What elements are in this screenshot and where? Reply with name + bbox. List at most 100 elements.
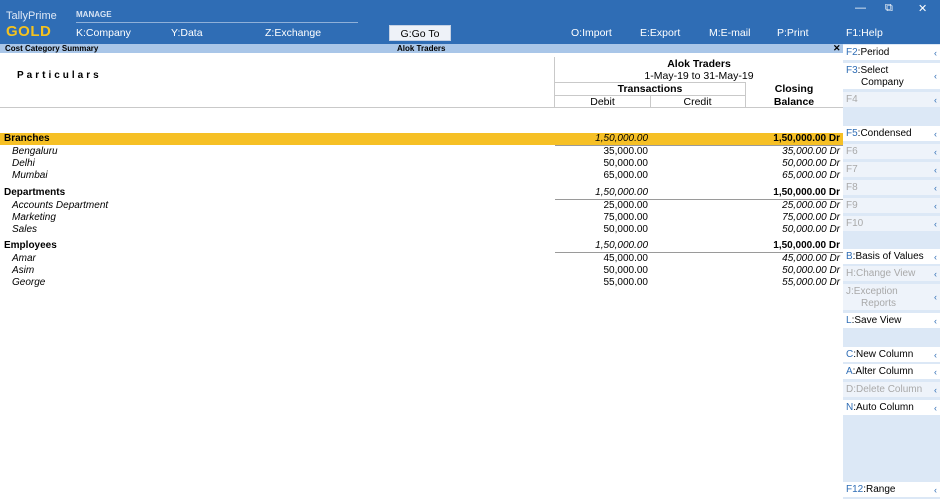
menu-help[interactable]: F1:Help: [846, 27, 883, 39]
tally-window: TallyPrime GOLD MANAGE K:Company Y:Data …: [0, 0, 940, 499]
f10-key: F10: [846, 218, 864, 229]
delete-column-label: :Delete Column: [853, 384, 923, 395]
f9-button: F9 ‹: [843, 198, 940, 214]
chevron-left-icon: ‹: [934, 182, 937, 193]
table-row[interactable]: Asim 50,000.00 50,000.00 Dr: [0, 265, 843, 277]
table-row[interactable]: Delhi 50,000.00 50,000.00 Dr: [0, 158, 843, 170]
table-row[interactable]: Sales 50,000.00 50,000.00 Dr: [0, 224, 843, 236]
alter-column-button[interactable]: A:Alter Column ‹: [843, 364, 940, 380]
new-column-button[interactable]: C:New Column ‹: [843, 347, 940, 363]
range-button[interactable]: F12:Range ‹: [843, 482, 940, 498]
period-key: F2: [846, 47, 858, 58]
row-debit: 50,000.00: [603, 224, 649, 235]
row-debit: 65,000.00: [603, 170, 649, 181]
condensed-button[interactable]: F5:Condensed ‹: [843, 126, 940, 142]
row-closing: 45,000.00 Dr: [782, 253, 840, 264]
company-header: Alok Traders: [667, 58, 731, 70]
table-row[interactable]: Employees 1,50,000.00 1,50,000.00 Dr: [0, 240, 843, 252]
new-column-label: :New Column: [853, 349, 914, 360]
menu-help-label: :Help: [858, 27, 883, 39]
period-button[interactable]: F2:Period ‹: [843, 45, 940, 61]
period-header: 1-May-19 to 31-May-19: [644, 70, 754, 82]
table-row[interactable]: Mumbai 65,000.00 65,000.00 Dr: [0, 170, 843, 182]
row-closing: 65,000.00 Dr: [782, 170, 840, 181]
restore-icon[interactable]: ⧉: [885, 2, 893, 15]
row-name: Employees: [4, 240, 57, 251]
menu-goto-button[interactable]: G:Go To: [389, 25, 451, 41]
row-name: George: [12, 277, 46, 288]
change-view-button: H:Change View ‹: [843, 266, 940, 282]
close-report-icon[interactable]: ✕: [833, 44, 841, 53]
menu-export[interactable]: E:Export: [640, 27, 680, 39]
menu-print[interactable]: P:Print: [777, 27, 809, 39]
brand-name: TallyPrime: [6, 10, 57, 22]
auto-column-button[interactable]: N:Auto Column ‹: [843, 400, 940, 416]
report-name: Cost Category Summary: [5, 44, 99, 53]
menu-company[interactable]: K:Company: [76, 27, 131, 39]
manage-divider: [76, 22, 358, 23]
range-label: :Range: [863, 484, 896, 495]
row-closing: 1,50,000.00 Dr: [773, 187, 840, 198]
row-debit: 50,000.00: [603, 158, 649, 169]
minimize-icon[interactable]: —: [855, 2, 866, 14]
menu-exchange[interactable]: Z:Exchange: [265, 27, 321, 39]
menu-help-key: F1: [846, 27, 859, 39]
row-closing: 75,000.00 Dr: [782, 212, 840, 223]
save-view-button[interactable]: L:Save View ‹: [843, 313, 940, 329]
chevron-left-icon: ‹: [934, 484, 937, 495]
table-row[interactable]: Marketing 75,000.00 75,000.00 Dr: [0, 212, 843, 224]
particulars-header: Particulars: [17, 70, 102, 81]
exception-label2: Reports: [861, 298, 897, 309]
brand-edition: GOLD: [6, 23, 52, 40]
report-title-strip: Cost Category Summary Alok Traders ✕: [0, 44, 843, 53]
menu-import[interactable]: O:Import: [571, 27, 612, 39]
chevron-left-icon: ‹: [934, 47, 937, 58]
menu-print-label: :Print: [784, 27, 809, 39]
delete-column-button: D:Delete Column ‹: [843, 382, 940, 398]
chevron-left-icon: ‹: [934, 349, 937, 360]
row-debit: 1,50,000.00: [595, 133, 648, 144]
closing-balance-header: Closing Balance: [745, 83, 843, 109]
f6-button: F6 ‹: [843, 144, 940, 160]
exception-reports-button: J:Exception Reports ‹: [843, 284, 940, 311]
chevron-left-icon: ‹: [934, 315, 937, 326]
row-debit: 1,50,000.00: [595, 187, 648, 198]
row-name: Mumbai: [12, 170, 48, 181]
basis-of-values-button[interactable]: B:Basis of Values ‹: [843, 249, 940, 265]
f8-button: F8 ‹: [843, 180, 940, 196]
table-row[interactable]: Branches 1,50,000.00 1,50,000.00 Dr: [0, 133, 843, 145]
chevron-left-icon: ‹: [934, 251, 937, 262]
menu-exchange-label: :Exchange: [271, 27, 322, 39]
menu-goto-key: G: [400, 28, 409, 40]
row-debit: 50,000.00: [603, 265, 649, 276]
table-row[interactable]: Amar 45,000.00 45,000.00 Dr: [0, 253, 843, 265]
menu-export-key: E: [640, 27, 648, 39]
row-debit: 35,000.00: [603, 146, 649, 157]
row-debit: 55,000.00: [603, 277, 649, 288]
table-row[interactable]: Bengaluru 35,000.00 35,000.00 Dr: [0, 146, 843, 158]
report-area: Particulars Alok Traders 1-May-19 to 31-…: [0, 53, 843, 499]
select-company-button[interactable]: F3:Select Company ‹: [843, 63, 940, 90]
row-name: Sales: [12, 224, 38, 235]
report-company: Alok Traders: [397, 44, 446, 53]
menu-email-label: :E-mail: [717, 27, 751, 39]
table-row[interactable]: George 55,000.00 55,000.00 Dr: [0, 277, 843, 289]
chevron-left-icon: ‹: [934, 71, 937, 81]
row-closing: 25,000.00 Dr: [782, 200, 840, 211]
condensed-key: F5: [846, 128, 858, 139]
f8-key: F8: [846, 182, 858, 193]
row-name: Branches: [4, 133, 50, 144]
table-row[interactable]: Accounts Department 25,000.00 25,000.00 …: [0, 200, 843, 212]
auto-column-label: :Auto Column: [853, 402, 914, 413]
table-row[interactable]: Departments 1,50,000.00 1,50,000.00 Dr: [0, 187, 843, 199]
transactions-header: Transactions: [617, 83, 683, 95]
debit-header: Debit: [590, 96, 615, 108]
menu-email[interactable]: M:E-mail: [709, 27, 750, 39]
close-window-icon[interactable]: ✕: [918, 2, 927, 15]
menu-data[interactable]: Y:Data: [171, 27, 203, 39]
f10-button: F10 ‹: [843, 216, 940, 232]
menu-print-key: P: [777, 27, 785, 39]
row-name: Marketing: [12, 212, 56, 223]
chevron-left-icon: ‹: [934, 268, 937, 279]
f4-button: F4 ‹: [843, 92, 940, 108]
